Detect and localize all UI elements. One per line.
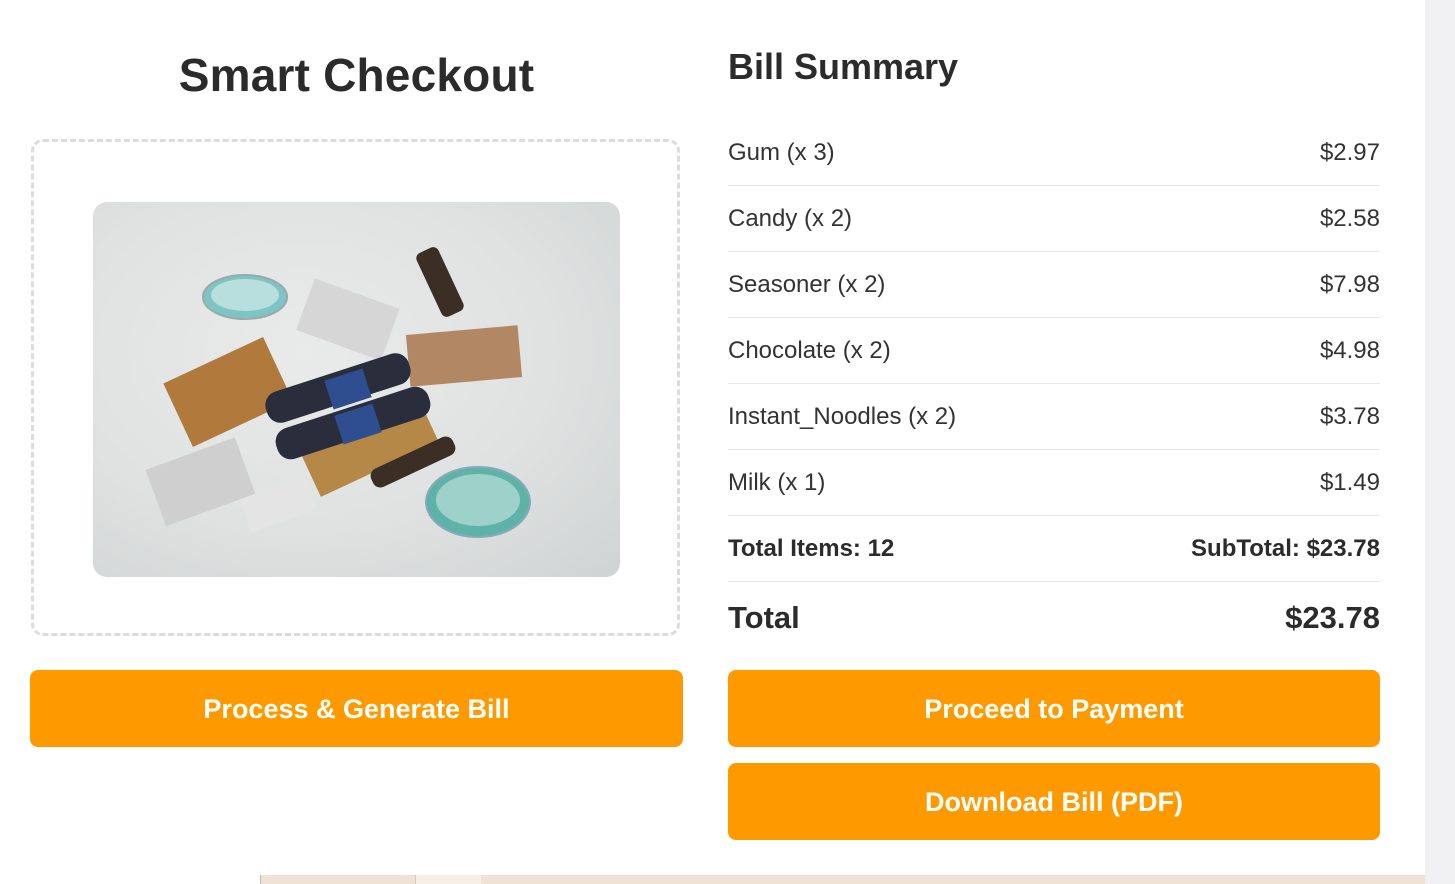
subtotal: SubTotal: $23.78 xyxy=(1191,534,1380,562)
uploaded-image-preview xyxy=(93,202,620,577)
bill-subtotal-row: Total Items: 12 SubTotal: $23.78 xyxy=(728,516,1380,582)
item-label: Milk (x 1) xyxy=(728,468,826,496)
item-label: Seasoner (x 2) xyxy=(728,270,886,298)
product-photo xyxy=(145,247,531,538)
download-bill-pdf-button[interactable]: Download Bill (PDF) xyxy=(728,763,1380,840)
item-price: $2.97 xyxy=(1319,138,1380,166)
bottom-background-strip xyxy=(0,875,1425,884)
bill-item-row: Candy (x 2) $2.58 xyxy=(728,186,1380,252)
item-label: Candy (x 2) xyxy=(728,204,853,232)
bottom-tab xyxy=(0,875,261,884)
page-scrollbar-track[interactable] xyxy=(1425,0,1455,884)
page: Smart Checkout Process & Generate Bill B… xyxy=(0,0,1425,875)
item-price: $1.49 xyxy=(1319,468,1380,496)
bill-item-row: Gum (x 3) $2.97 xyxy=(728,120,1380,186)
item-label: Instant_Noodles (x 2) xyxy=(728,402,957,430)
item-label: Gum (x 3) xyxy=(728,138,835,166)
page-title: Smart Checkout xyxy=(178,49,535,101)
bill-item-row: Milk (x 1) $1.49 xyxy=(728,450,1380,516)
bill-item-row: Chocolate (x 2) $4.98 xyxy=(728,318,1380,384)
bottom-tab xyxy=(415,875,481,884)
item-price: $2.58 xyxy=(1319,204,1380,232)
bill-item-row: Instant_Noodles (x 2) $3.78 xyxy=(728,384,1380,450)
total-label: Total xyxy=(728,600,800,635)
bill-summary-title: Bill Summary xyxy=(728,46,959,87)
total-value: $23.78 xyxy=(1285,600,1380,635)
item-price: $3.78 xyxy=(1319,402,1380,430)
item-price: $4.98 xyxy=(1319,336,1380,364)
bill-items-list: Gum (x 3) $2.97 Candy (x 2) $2.58 Season… xyxy=(728,120,1380,582)
bill-item-row: Seasoner (x 2) $7.98 xyxy=(728,252,1380,318)
process-generate-bill-button[interactable]: Process & Generate Bill xyxy=(30,670,683,747)
item-label: Chocolate (x 2) xyxy=(728,336,891,364)
bill-total-row: Total $23.78 xyxy=(728,600,1380,636)
total-items: Total Items: 12 xyxy=(728,534,895,562)
proceed-to-payment-button[interactable]: Proceed to Payment xyxy=(728,670,1380,747)
item-price: $7.98 xyxy=(1319,270,1380,298)
